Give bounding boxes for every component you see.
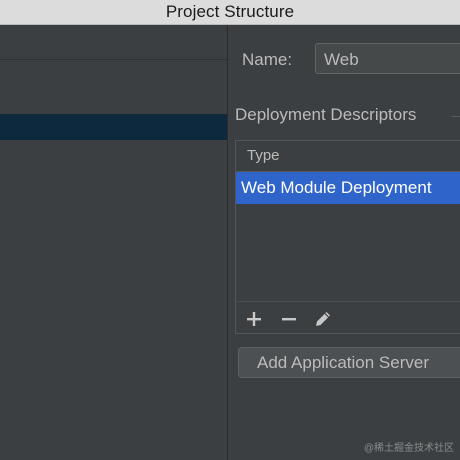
minus-icon[interactable] (278, 308, 300, 330)
deployment-descriptors-table: Type Web Module Deployment (235, 140, 460, 334)
plus-icon[interactable] (243, 308, 265, 330)
window-title: Project Structure (165, 2, 295, 21)
name-input[interactable]: Web (315, 43, 460, 74)
left-tree-pane (0, 25, 228, 460)
tree-item-selected[interactable] (0, 114, 227, 140)
left-pane-toolbar (0, 25, 227, 60)
title-bar[interactable]: Project Structure (0, 0, 460, 25)
deployment-descriptors-title: Deployment Descriptors (235, 105, 417, 124)
type-column-header: Type (247, 147, 280, 164)
table-row-label: Web Module Deployment (241, 178, 432, 197)
add-application-server-label: Add Application Server (257, 353, 429, 372)
name-label: Name: (242, 50, 293, 69)
pencil-icon[interactable] (312, 308, 334, 330)
section-divider (452, 116, 460, 117)
add-application-server-button[interactable]: Add Application Server (238, 347, 460, 378)
watermark: @稀土掘金技术社区 (363, 443, 454, 454)
table-toolbar (236, 301, 460, 335)
project-structure-window: Project Structure Name: Web Deployment D… (0, 0, 460, 460)
table-header[interactable]: Type (236, 141, 460, 172)
table-row[interactable]: Web Module Deployment (236, 172, 460, 204)
